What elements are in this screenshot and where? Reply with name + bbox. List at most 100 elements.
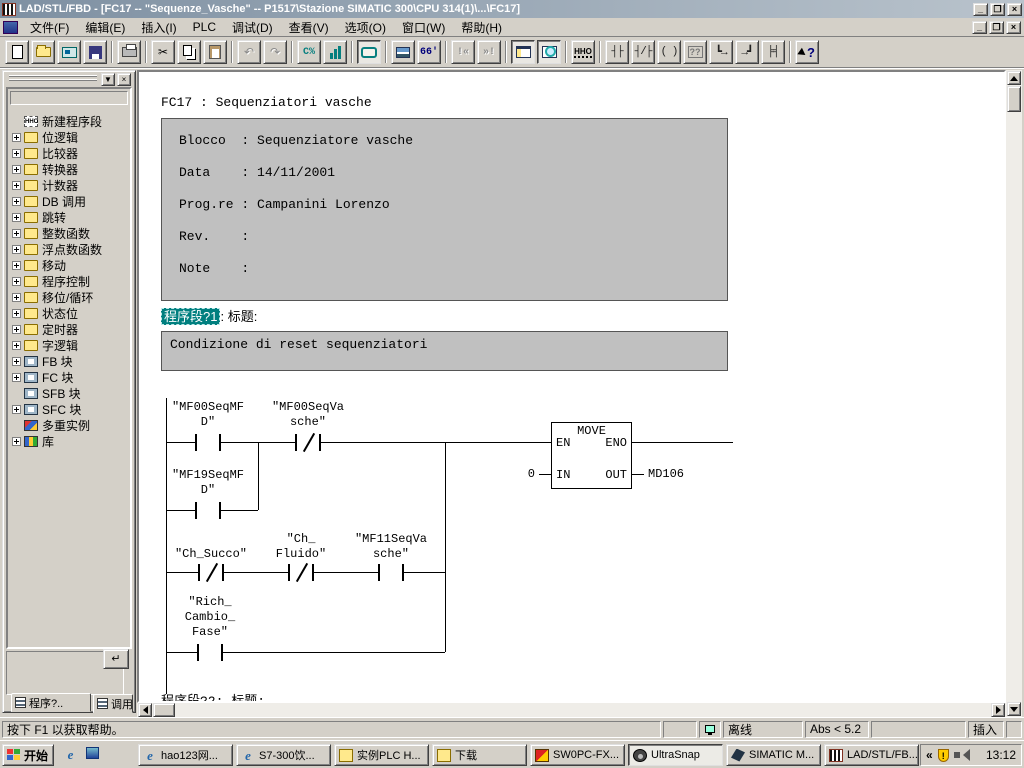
- tree-item-move[interactable]: 移动: [10, 257, 130, 273]
- monitor-button[interactable]: C%: [297, 40, 321, 64]
- tray-clock[interactable]: 13:12: [986, 748, 1016, 762]
- expand-icon[interactable]: [12, 309, 21, 318]
- network-comment-box[interactable]: Condizione di reset sequenziatori: [161, 331, 728, 371]
- tree-item-converter[interactable]: 转换器: [10, 161, 130, 177]
- overview-toggle-button[interactable]: [511, 40, 535, 64]
- tree-item-fb-blocks[interactable]: FB 块: [10, 353, 130, 369]
- vertical-scroll-thumb[interactable]: [1007, 86, 1021, 112]
- menu-plc[interactable]: PLC: [185, 18, 224, 36]
- expand-icon[interactable]: [12, 277, 21, 286]
- expand-icon[interactable]: [12, 325, 21, 334]
- expand-icon[interactable]: [12, 261, 21, 270]
- mdi-close-button[interactable]: ×: [1006, 21, 1021, 34]
- new-network-button[interactable]: HHO: [571, 40, 595, 64]
- move-out-operand[interactable]: MD106: [648, 467, 684, 481]
- taskbar-task-simatic[interactable]: SIMATIC M...: [726, 744, 821, 766]
- expand-icon[interactable]: [12, 245, 21, 254]
- menu-view[interactable]: 查看(V): [281, 17, 337, 38]
- no-contact-rich-cambio-fase[interactable]: [197, 644, 223, 661]
- tree-item-multi-instance[interactable]: 多重实例: [10, 417, 130, 433]
- volume-icon[interactable]: [954, 752, 960, 758]
- nc-contact-ch-fluido[interactable]: [288, 564, 314, 581]
- block-info-box[interactable]: Blocco : Sequenziatore vasche Data : 14/…: [161, 118, 728, 301]
- symbol-info-button[interactable]: 66': [417, 40, 441, 64]
- move-block[interactable]: MOVE EN ENO IN OUT: [551, 422, 632, 489]
- expand-icon[interactable]: [12, 229, 21, 238]
- tree-item-float-math[interactable]: 浮点数函数: [10, 241, 130, 257]
- telegram-button[interactable]: [357, 40, 381, 64]
- dock-gripper[interactable]: [9, 75, 97, 77]
- menu-file[interactable]: 文件(F): [22, 17, 77, 38]
- tree-item-fc-blocks[interactable]: FC 块: [10, 369, 130, 385]
- scroll-right-button[interactable]: [991, 703, 1005, 717]
- cut-button[interactable]: ✂: [151, 40, 175, 64]
- horizontal-scrollbar[interactable]: [137, 703, 1006, 717]
- no-contact-mf00seqmfd[interactable]: [195, 434, 221, 451]
- tree-item-status-bits[interactable]: 状态位: [10, 305, 130, 321]
- open-button[interactable]: [31, 40, 55, 64]
- start-button[interactable]: 开始: [2, 744, 54, 766]
- tree-item-new-network[interactable]: HHO新建程序段: [10, 113, 130, 129]
- quick-launch-icon-2[interactable]: [84, 746, 101, 763]
- context-help-button[interactable]: ?: [795, 40, 819, 64]
- menu-options[interactable]: 选项(O): [337, 17, 394, 38]
- dock-jump-button[interactable]: ↵: [103, 649, 129, 669]
- taskbar-task-swopc[interactable]: SW0PC-FX...: [530, 744, 625, 766]
- open-station-button[interactable]: [57, 40, 81, 64]
- dock-dropdown-button[interactable]: ▼: [101, 73, 115, 86]
- address-button[interactable]: [391, 40, 415, 64]
- tree-item-jump[interactable]: 跳转: [10, 209, 130, 225]
- dock-gripper[interactable]: [9, 79, 97, 81]
- horizontal-scroll-thumb[interactable]: [153, 703, 175, 717]
- taskbar-task-s7-300[interactable]: eS7-300饮...: [236, 744, 331, 766]
- close-branch-button[interactable]: →┛: [735, 40, 759, 64]
- menu-debug[interactable]: 调试(D): [224, 17, 281, 38]
- taskbar-task-lad-stl-fbd[interactable]: LAD/STL/FB...: [824, 744, 919, 766]
- paste-button[interactable]: [203, 40, 227, 64]
- tree-item-program-control[interactable]: 程序控制: [10, 273, 130, 289]
- vertical-scrollbar[interactable]: [1006, 70, 1022, 717]
- taskbar-task-download[interactable]: 下载: [432, 744, 527, 766]
- tree-item-sfb-blocks[interactable]: SFB 块: [10, 385, 130, 401]
- menu-window[interactable]: 窗口(W): [394, 17, 453, 38]
- download-button[interactable]: [323, 40, 347, 64]
- tree-item-bit-logic[interactable]: 位逻辑: [10, 129, 130, 145]
- restore-button[interactable]: ❐: [990, 3, 1005, 16]
- expand-icon[interactable]: [12, 357, 21, 366]
- expand-icon[interactable]: [12, 133, 21, 142]
- mdi-restore-button[interactable]: ❐: [989, 21, 1004, 34]
- redo-button[interactable]: ↷: [263, 40, 287, 64]
- tree-item-integer-math[interactable]: 整数函数: [10, 225, 130, 241]
- insert-empty-box-button[interactable]: ??: [683, 40, 707, 64]
- expand-icon[interactable]: [12, 181, 21, 190]
- mdi-minimize-button[interactable]: _: [972, 21, 987, 34]
- tree-item-counter[interactable]: 计数器: [10, 177, 130, 193]
- move-in-value[interactable]: 0: [507, 467, 535, 481]
- tree-item-db-call[interactable]: DB 调用: [10, 193, 130, 209]
- scroll-down-button[interactable]: [1007, 702, 1021, 716]
- copy-button[interactable]: [177, 40, 201, 64]
- mdi-child-icon[interactable]: [3, 21, 18, 34]
- expand-icon[interactable]: [12, 341, 21, 350]
- expand-icon[interactable]: [12, 213, 21, 222]
- tree-item-timers[interactable]: 定时器: [10, 321, 130, 337]
- minimize-button[interactable]: _: [973, 3, 988, 16]
- security-shield-icon[interactable]: !: [938, 749, 949, 762]
- tree-item-comparator[interactable]: 比较器: [10, 145, 130, 161]
- print-button[interactable]: [117, 40, 141, 64]
- open-branch-button[interactable]: ┗→: [709, 40, 733, 64]
- tree-item-libraries[interactable]: 库: [10, 433, 130, 449]
- insert-connector-button[interactable]: ╞╡: [761, 40, 785, 64]
- undo-button[interactable]: ↶: [237, 40, 261, 64]
- tray-chevron[interactable]: «: [926, 748, 933, 762]
- taskbar-task-hao123[interactable]: ehao123网...: [138, 744, 233, 766]
- expand-icon[interactable]: [12, 149, 21, 158]
- scroll-up-button[interactable]: [1007, 71, 1021, 85]
- tree-item-word-logic[interactable]: 字逻辑: [10, 337, 130, 353]
- network-label-selected[interactable]: 程序段?1: [161, 308, 220, 325]
- menu-help[interactable]: 帮助(H): [453, 17, 510, 38]
- menu-edit[interactable]: 编辑(E): [77, 17, 133, 38]
- menu-insert[interactable]: 插入(I): [133, 17, 184, 38]
- expand-icon[interactable]: [12, 405, 21, 414]
- tab-call-structure[interactable]: 调用: [93, 694, 133, 713]
